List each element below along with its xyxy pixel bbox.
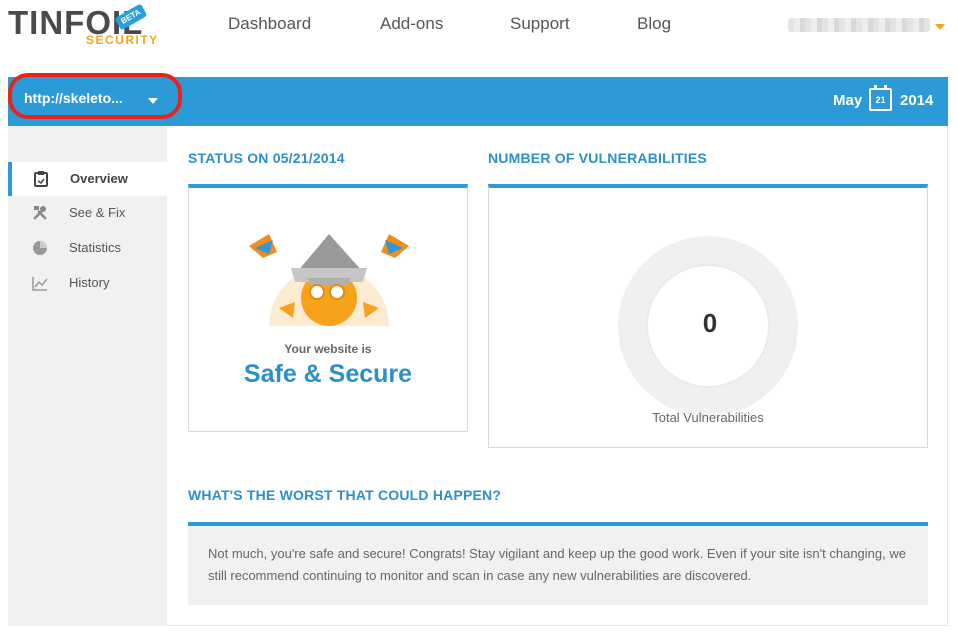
status-title: STATUS ON 05/21/2014 (188, 150, 345, 166)
vulnerability-count: 0 (702, 308, 718, 338)
tinfoil-logo[interactable]: TINFOIL BETA SECURITY (8, 3, 173, 50)
sidebar-item-label: See & Fix (69, 205, 126, 220)
nav-support[interactable]: Support (510, 14, 570, 34)
vulnerability-ring-inner: 0 (646, 264, 770, 388)
user-menu-blurred[interactable] (788, 18, 930, 32)
vulnerability-label: Total Vulnerabilities (652, 410, 764, 425)
vulnerabilities-card: 0 Total Vulnerabilities (488, 184, 928, 448)
safe-mascot-icon (249, 234, 409, 326)
sidebar-item-label: Overview (70, 171, 128, 186)
vulnerability-ring: 0 (618, 236, 798, 416)
status-headline: Safe & Secure (243, 360, 413, 388)
tools-icon (32, 205, 48, 221)
worst-case-title: WHAT'S THE WORST THAT COULD HAPPEN? (188, 487, 502, 503)
sidebar-item-overview[interactable]: Overview (8, 162, 167, 196)
nav-dashboard[interactable]: Dashboard (228, 14, 311, 34)
site-selector[interactable]: http://skeleto... (24, 90, 123, 106)
date-month[interactable]: May (833, 92, 862, 109)
sidebar-item-label: History (69, 275, 110, 290)
sidebar-item-label: Statistics (69, 240, 122, 255)
sidebar-item-statistics[interactable]: Statistics (8, 231, 167, 265)
vulnerabilities-title: NUMBER OF VULNERABILITIES (488, 150, 707, 166)
sidebar-item-see-fix[interactable]: See & Fix (8, 196, 167, 230)
sidebar: Overview See & Fix Statistics History (8, 126, 167, 626)
status-card: Your website is Safe & Secure (188, 184, 468, 432)
sidebar-item-history[interactable]: History (8, 266, 167, 300)
main-content: STATUS ON 05/21/2014 NUMBER OF VULNERABI… (167, 126, 948, 626)
logo-tagline: SECURITY (86, 33, 159, 47)
chevron-down-icon[interactable] (148, 98, 158, 104)
calendar-day: 21 (875, 95, 886, 105)
nav-blog[interactable]: Blog (637, 14, 671, 34)
pie-chart-icon (32, 240, 48, 256)
date-year[interactable]: 2014 (900, 92, 933, 109)
status-subtext: Your website is (284, 342, 372, 356)
top-navigation: TINFOIL BETA SECURITY Dashboard Add-ons … (0, 0, 958, 76)
calendar-icon[interactable]: 21 (869, 85, 892, 111)
worst-case-card: Not much, you're safe and secure! Congra… (188, 522, 928, 605)
nav-addons[interactable]: Add-ons (380, 14, 443, 34)
chevron-down-icon[interactable] (935, 24, 945, 30)
worst-case-text: Not much, you're safe and secure! Congra… (208, 546, 906, 583)
site-toolbar: http://skeleto... May 21 2014 (8, 73, 948, 126)
line-chart-icon (32, 275, 48, 291)
clipboard-icon (33, 171, 49, 187)
